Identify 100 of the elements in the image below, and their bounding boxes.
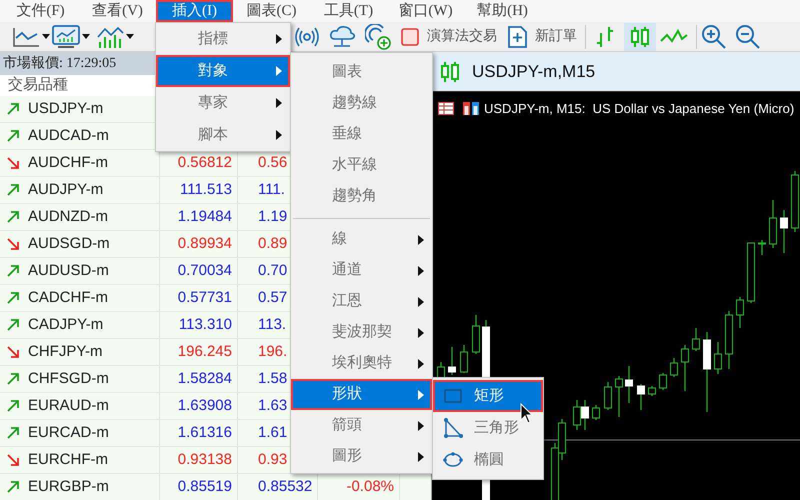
ask-cell-text: 0.70 — [258, 260, 288, 281]
bid-cell-text: 111.513 — [180, 180, 232, 200]
ask-cell-text: 111. — [258, 180, 285, 200]
submenu-arrow-icon — [276, 66, 282, 76]
menu-item[interactable]: 橢圓 — [433, 444, 543, 476]
submenu-arrow-icon — [276, 98, 282, 108]
menu-bar-item[interactable]: 窗口(W) — [387, 0, 464, 22]
menu-item[interactable]: 腳本 — [156, 119, 290, 151]
caret-icon — [126, 34, 134, 39]
up-arrow-icon — [7, 427, 19, 439]
algo-trading-button[interactable]: 演算法交易 — [401, 26, 497, 47]
symbol-cell-text: EURCHF-m — [28, 450, 108, 470]
candlestick — [604, 382, 612, 410]
candlestick — [592, 405, 600, 420]
new-order-button[interactable]: 新訂單 — [507, 26, 577, 48]
submenu-arrow-icon — [418, 452, 424, 462]
symbol-cell-text: EURGBP-m — [28, 476, 109, 497]
ask-cell-text: 1.19 — [258, 206, 288, 227]
ask-cell-text: 0.89 — [258, 234, 288, 254]
line-chart-icon — [12, 26, 40, 48]
candlestick — [625, 366, 633, 403]
ask-cell-text: 1.63 — [258, 396, 288, 416]
bid-cell-text: 0.56812 — [178, 152, 232, 173]
submenu-arrow-icon — [418, 420, 424, 430]
submenu-arrow-icon — [276, 34, 282, 44]
symbol-cell-text: AUDSGD-m — [28, 234, 110, 254]
menu-bar-item[interactable]: 幫助(H) — [464, 0, 541, 22]
menu-item[interactable]: 趨勢線 — [291, 88, 432, 119]
bid-cell-text: 0.89934 — [178, 234, 232, 254]
zoom-in-icon[interactable] — [701, 24, 727, 50]
line-chart-dropdown[interactable] — [12, 26, 52, 48]
menu-item[interactable]: 對象 — [156, 55, 290, 87]
ask-cell-text: 0.85532 — [258, 476, 312, 497]
chart-type-button[interactable] — [624, 22, 656, 50]
menu-item[interactable]: 垂線 — [291, 119, 432, 150]
symbol-cell-text: AUDJPY-m — [28, 180, 104, 200]
symbol-cell-text: USDJPY-m — [28, 98, 104, 119]
menu-bar-item[interactable]: 文件(F) — [2, 0, 79, 22]
ask-cell-text: 0.57 — [258, 288, 288, 308]
candlestick-icon — [438, 60, 462, 84]
symbol-cell-text: CHFJPY-m — [28, 342, 102, 362]
bid-cell-text: 113.310 — [178, 314, 232, 335]
bid-cell-text: 1.58284 — [178, 368, 232, 389]
caret-icon — [42, 34, 50, 39]
bid-cell-text: 0.57731 — [178, 288, 232, 308]
submenu-arrow-icon — [418, 266, 424, 276]
ask-cell-text: 196. — [258, 342, 288, 362]
submenu-arrow-icon — [418, 328, 424, 338]
menu-bar-item[interactable]: 圖表(C) — [233, 0, 310, 22]
submenu-arrow-icon — [418, 296, 424, 306]
candlestick — [637, 384, 645, 410]
menu-item[interactable]: 通道 — [291, 255, 432, 286]
candlestick — [670, 358, 678, 377]
down-arrow-icon — [7, 346, 19, 358]
chart-tab[interactable]: USDJPY-m,M15 — [432, 52, 800, 92]
bars-icon — [463, 102, 479, 116]
menu-item[interactable]: 專家 — [156, 87, 290, 119]
up-arrow-icon — [7, 184, 19, 196]
up-arrow-icon — [7, 319, 19, 331]
up-arrow-icon — [7, 292, 19, 304]
menu-bar-item[interactable]: 工具(T) — [310, 0, 387, 22]
menu-item[interactable]: 矩形 — [433, 380, 543, 412]
menu-item[interactable]: 指標 — [156, 23, 290, 55]
candlestick — [747, 242, 755, 303]
submenu-arrow-icon — [418, 390, 424, 400]
candlestick — [472, 315, 480, 354]
ask-cell-text: 0.56 — [258, 152, 288, 173]
up-arrow-icon — [7, 400, 19, 412]
up-arrow-icon — [7, 481, 19, 493]
symbol-cell-text: AUDCHF-m — [28, 152, 108, 173]
bid-cell-text: 1.61316 — [178, 422, 232, 443]
radar-plus-icon[interactable] — [365, 24, 391, 50]
symbol-cell-text: CADCHF-m — [28, 288, 108, 308]
quote-row[interactable]: EURGBP-m 0.85519 0.85532 -0.08% — [0, 474, 431, 500]
candlestick — [780, 210, 788, 253]
chart-caption: USDJPY-m, M15: US Dollar vs Japanese Yen (Micro) — [484, 100, 794, 118]
up-arrow-icon — [7, 373, 19, 385]
candlestick — [692, 328, 700, 351]
cloud-icon[interactable] — [329, 24, 355, 48]
triangle-icon — [443, 418, 463, 438]
menu-bar-item[interactable]: 查看(V) — [79, 0, 156, 22]
bid-cell-text: 196.245 — [178, 342, 232, 362]
candlestick — [725, 311, 733, 369]
up-arrow-icon — [7, 211, 19, 223]
down-arrow-icon — [7, 238, 19, 250]
signal-icon[interactable] — [295, 26, 319, 46]
zoom-out-icon[interactable] — [735, 24, 761, 50]
menu-item[interactable]: 三角形 — [433, 412, 543, 444]
up-arrow-icon — [7, 130, 19, 142]
column-header[interactable]: 交易品種 — [0, 74, 68, 97]
bid-cell-text: 0.93138 — [178, 450, 232, 470]
bid-cell-text: 1.19484 — [178, 206, 232, 227]
submenu-arrow-icon — [276, 130, 282, 140]
menu-item[interactable]: 形狀 — [291, 379, 432, 410]
down-arrow-icon — [7, 157, 19, 169]
up-arrow-icon — [7, 103, 19, 115]
menu-bar-item[interactable]: 插入(I) — [156, 0, 233, 22]
monitor-chart-icon — [52, 24, 80, 48]
new-document-icon — [507, 26, 527, 48]
candlestick — [714, 342, 722, 374]
